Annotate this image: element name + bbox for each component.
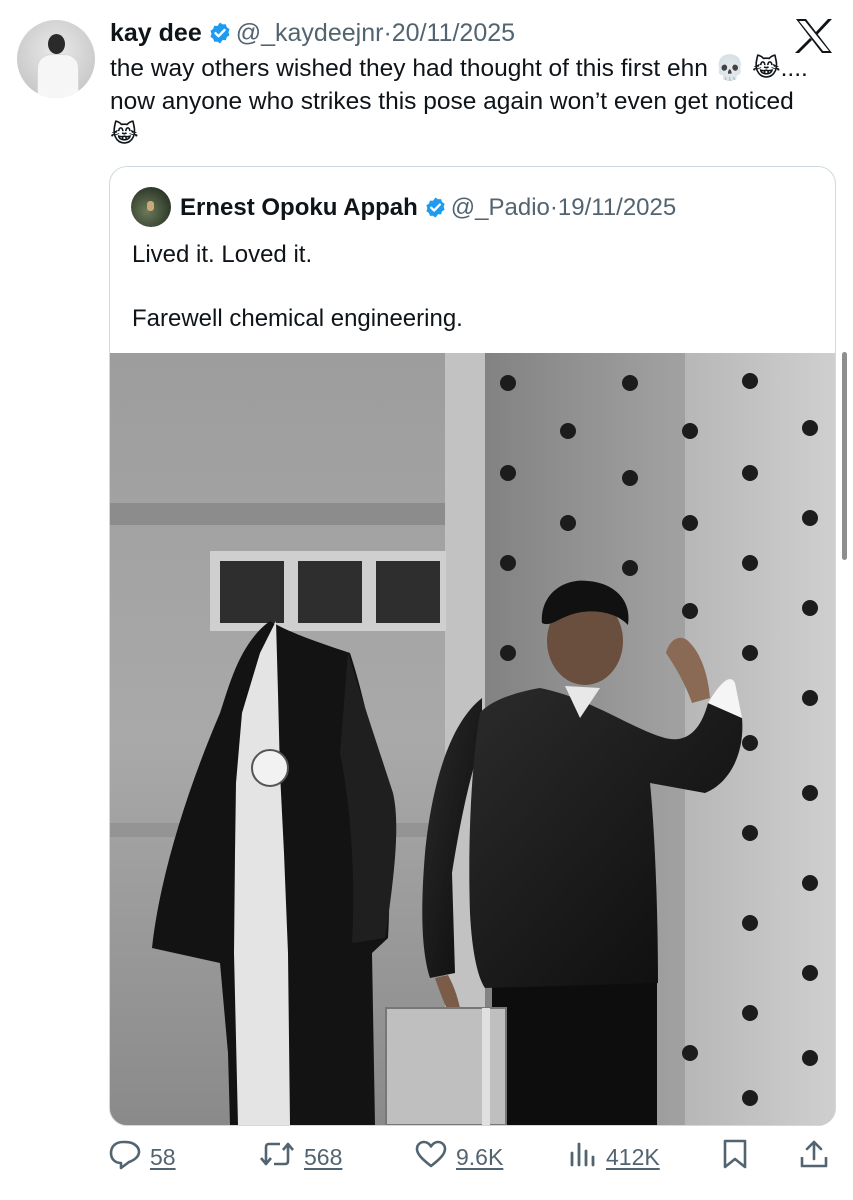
- x-logo-icon[interactable]: [794, 18, 834, 54]
- quoted-author-name[interactable]: Ernest Opoku Appah: [180, 194, 418, 221]
- quoted-text-line-2: Farewell chemical engineering.: [132, 305, 463, 332]
- like-icon: [414, 1139, 448, 1175]
- author-handle[interactable]: @_kaydeejnr: [236, 19, 384, 47]
- verified-badge-icon: [424, 196, 447, 227]
- reply-button[interactable]: 58: [108, 1135, 176, 1179]
- views-icon: [568, 1139, 598, 1175]
- quoted-author-avatar[interactable]: [131, 187, 171, 227]
- avatar-figure-body: [37, 54, 79, 98]
- author-avatar[interactable]: [17, 20, 95, 98]
- scrollbar[interactable]: [842, 352, 847, 560]
- views-button[interactable]: 412K: [568, 1135, 660, 1179]
- repost-icon: [258, 1139, 296, 1175]
- quoted-text-line-1: Lived it. Loved it.: [132, 241, 313, 268]
- header-separator: ·: [383, 19, 392, 47]
- like-button[interactable]: 9.6K: [414, 1135, 503, 1179]
- quoted-tweet-date[interactable]: 19/11/2025: [558, 194, 676, 221]
- bookmark-button[interactable]: [720, 1135, 750, 1179]
- bookmark-icon: [720, 1138, 750, 1176]
- repost-count: 568: [304, 1143, 343, 1170]
- share-button[interactable]: [798, 1135, 830, 1179]
- window: [210, 551, 446, 631]
- share-icon: [798, 1138, 830, 1176]
- verified-badge-icon: [208, 21, 232, 52]
- like-count: 9.6K: [456, 1143, 504, 1170]
- quoted-tweet-card[interactable]: Ernest Opoku Appah @_Padio·19/11/2025 Liv…: [109, 166, 836, 1126]
- graduation-photo[interactable]: [110, 353, 835, 1125]
- quoted-header-separator: ·: [549, 194, 558, 221]
- tweet-action-bar: 58 568 9.6K 412K: [0, 1135, 853, 1185]
- author-name[interactable]: kay dee: [110, 19, 202, 47]
- tweet-header: kay dee @_kaydeejnr·20/11/2025: [110, 18, 515, 52]
- avatar-figure: [147, 201, 154, 211]
- view-count: 412K: [606, 1143, 660, 1170]
- reply-icon: [108, 1138, 142, 1176]
- tweet-text: the way others wished they had thought o…: [110, 55, 808, 148]
- quoted-tweet-text: Lived it. Loved it. Farewell chemical en…: [132, 239, 812, 335]
- avatar-figure-head: [48, 34, 65, 54]
- reply-count: 58: [150, 1143, 176, 1170]
- repost-button[interactable]: 568: [258, 1135, 342, 1179]
- tweet-date[interactable]: 20/11/2025: [392, 19, 515, 47]
- quoted-tweet-header: Ernest Opoku Appah @_Padio·19/11/2025: [180, 193, 676, 227]
- quoted-author-handle[interactable]: @_Padio: [451, 194, 550, 221]
